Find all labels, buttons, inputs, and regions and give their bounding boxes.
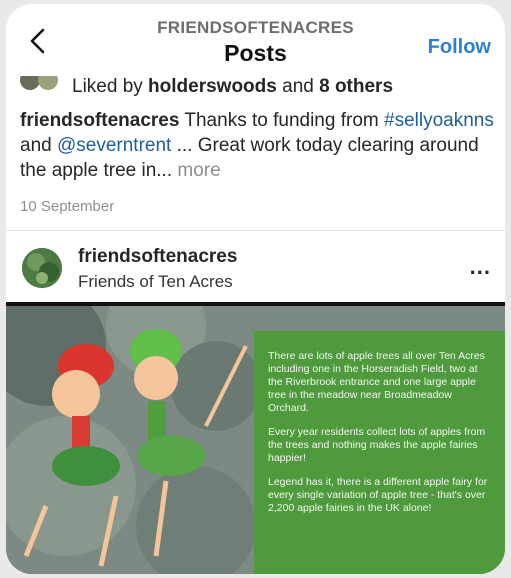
post-date: 10 September — [20, 198, 115, 215]
info-paragraph: Every year residents collect lots of app… — [268, 426, 486, 464]
top-bar: FRIENDSOFTENACRES Posts Follow — [6, 4, 505, 74]
divider — [6, 230, 505, 231]
post-author-subtitle: Friends of Ten Acres — [78, 272, 233, 291]
profile-username: FRIENDSOFTENACRES — [157, 18, 354, 37]
more-link[interactable]: more — [177, 160, 220, 181]
likes-line[interactable]: Liked by holderswoods and 8 others — [20, 76, 500, 104]
hashtag-link[interactable]: #sellyoaknns — [384, 110, 494, 131]
caption-username[interactable]: friendsoftenacres — [20, 110, 179, 131]
more-horizontal-icon[interactable]: ... — [470, 254, 491, 280]
liker-username[interactable]: holderswoods — [148, 76, 277, 97]
info-panel-text: There are lots of apple trees all over T… — [268, 350, 494, 526]
post-caption: friendsoftenacres Thanks to funding from… — [20, 110, 494, 181]
info-paragraph: Legend has it, there is a different appl… — [268, 476, 488, 514]
likes-text: Liked by holderswoods and 8 others — [72, 76, 394, 97]
follow-button[interactable]: Follow — [428, 36, 491, 59]
liker-avatars — [20, 76, 58, 90]
phone-screen: FRIENDSOFTENACRES Posts Follow Liked by … — [6, 4, 505, 574]
likes-others-link[interactable]: 8 others — [319, 76, 393, 97]
info-paragraph: There are lots of apple trees all over T… — [268, 350, 485, 414]
post-author-name[interactable]: friendsoftenacres — [78, 246, 237, 268]
avatar[interactable] — [22, 248, 62, 288]
mention-link[interactable]: @severntrent — [57, 135, 171, 156]
